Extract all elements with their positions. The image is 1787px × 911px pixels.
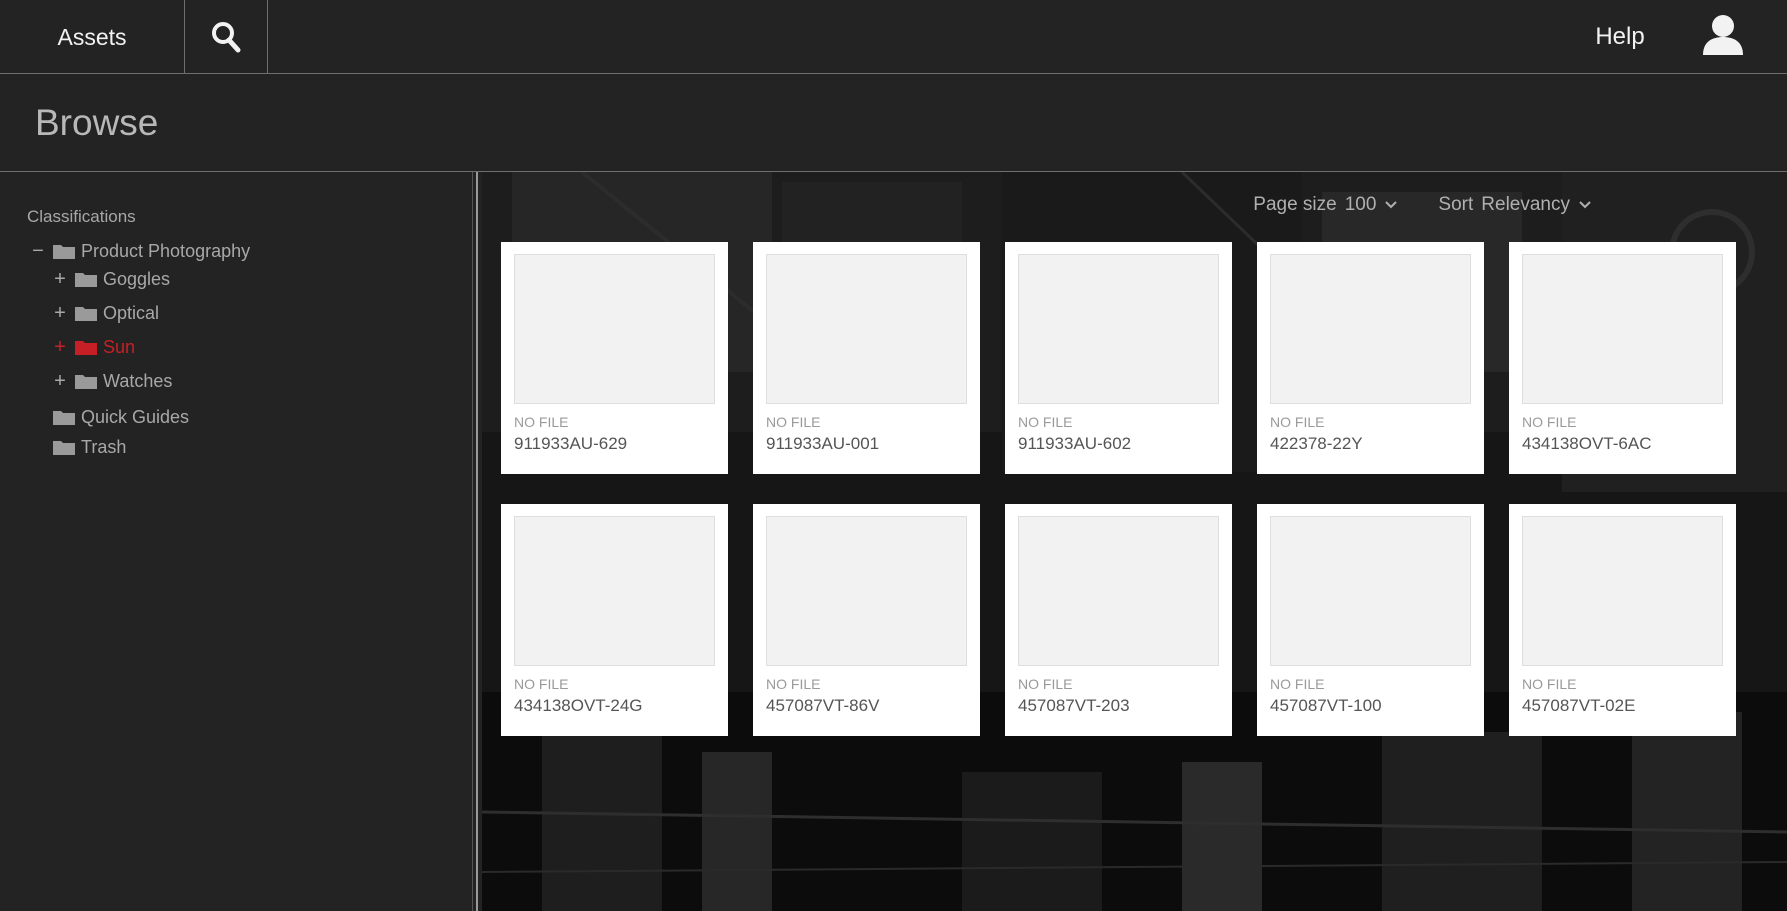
chevron-down-icon: [1385, 201, 1398, 209]
tree-item[interactable]: + Watches: [52, 368, 172, 394]
asset-card[interactable]: NO FILE 911933AU-001: [753, 242, 980, 474]
tree-item-label: Quick Guides: [81, 406, 190, 427]
tree-item-label: Watches: [103, 370, 173, 391]
asset-file-status: NO FILE: [766, 676, 821, 692]
tree-item[interactable]: + Goggles: [52, 266, 170, 292]
asset-code: 911933AU-001: [766, 434, 880, 453]
asset-file-status: NO FILE: [514, 676, 569, 692]
asset-file-status: NO FILE: [1018, 676, 1073, 692]
tree-item[interactable]: − Product Photography: [30, 238, 250, 264]
folder-icon: [75, 273, 97, 287]
asset-grid: NO FILE 911933AU-629 NO FILE 911933AU-001 NO…: [501, 242, 1736, 736]
sort-label: Sort: [1438, 194, 1474, 215]
search-icon: [212, 22, 241, 53]
asset-code: 911933AU-602: [1018, 434, 1132, 453]
asset-card[interactable]: NO FILE 911933AU-629: [501, 242, 728, 474]
folder-icon: [75, 375, 97, 389]
asset-code: 457087VT-100: [1270, 696, 1382, 715]
sort-value: Relevancy: [1481, 194, 1570, 215]
asset-code: 457087VT-02E: [1522, 696, 1636, 715]
expand-icon[interactable]: +: [52, 370, 68, 393]
asset-file-status: NO FILE: [1522, 676, 1577, 692]
user-menu-button[interactable]: [1700, 12, 1746, 58]
tree-item[interactable]: + Optical: [52, 300, 159, 326]
tree-item[interactable]: Quick Guides: [30, 404, 189, 430]
asset-card[interactable]: NO FILE 434138OVT-6AC: [1509, 242, 1736, 474]
page-size-label: Page size: [1253, 194, 1337, 215]
nav-assets-link[interactable]: Assets: [0, 0, 185, 74]
asset-card[interactable]: NO FILE 911933AU-602: [1005, 242, 1232, 474]
tree-item-label: Product Photography: [81, 240, 251, 261]
nav-search-button[interactable]: [185, 0, 268, 74]
expand-icon[interactable]: +: [52, 268, 68, 291]
page-header: Browse: [0, 74, 1787, 172]
tree-item-label: Goggles: [103, 268, 171, 289]
asset-card[interactable]: NO FILE 422378-22Y: [1257, 242, 1484, 474]
asset-code: 434138OVT-24G: [514, 696, 643, 715]
tree-item[interactable]: Trash: [30, 434, 126, 460]
asset-file-status: NO FILE: [1018, 414, 1073, 430]
chevron-down-icon: [1579, 201, 1591, 209]
asset-thumbnail-placeholder: [1270, 516, 1471, 666]
asset-thumbnail-placeholder: [766, 516, 967, 666]
asset-card[interactable]: NO FILE 434138OVT-24G: [501, 504, 728, 736]
folder-icon: [75, 307, 97, 321]
asset-card[interactable]: NO FILE 457087VT-100: [1257, 504, 1484, 736]
asset-file-status: NO FILE: [514, 414, 569, 430]
asset-code: 911933AU-629: [514, 434, 628, 453]
page-size-dropdown[interactable]: Page size 100: [1253, 194, 1398, 216]
asset-thumbnail-placeholder: [1270, 254, 1471, 404]
asset-card[interactable]: NO FILE 457087VT-203: [1005, 504, 1232, 736]
asset-thumbnail-placeholder: [1018, 254, 1219, 404]
results-toolbar: Page size 100 Sort Relevancy: [1253, 194, 1592, 216]
sort-dropdown[interactable]: Sort Relevancy: [1438, 194, 1592, 216]
results-panel: Page size 100 Sort Relevancy NO FILE 9119…: [482, 172, 1787, 911]
asset-file-status: NO FILE: [766, 414, 821, 430]
folder-icon: [53, 441, 75, 455]
asset-thumbnail-placeholder: [1522, 254, 1723, 404]
tree-item-label: Sun: [103, 336, 136, 357]
asset-file-status: NO FILE: [1270, 414, 1325, 430]
classifications-heading: Classifications: [27, 207, 136, 226]
asset-thumbnail-placeholder: [1522, 516, 1723, 666]
folder-icon: [75, 341, 97, 355]
asset-thumbnail-placeholder: [766, 254, 967, 404]
page-title: Browse: [35, 102, 159, 143]
asset-card[interactable]: NO FILE 457087VT-02E: [1509, 504, 1736, 736]
asset-file-status: NO FILE: [1270, 676, 1325, 692]
collapse-icon[interactable]: −: [30, 240, 46, 263]
tree-item-label: Trash: [81, 436, 127, 457]
page-size-value: 100: [1344, 194, 1377, 215]
asset-code: 457087VT-203: [1018, 696, 1130, 715]
expand-icon[interactable]: +: [52, 336, 68, 359]
folder-icon: [53, 245, 75, 259]
tree-item[interactable]: + Sun: [52, 334, 135, 360]
help-link[interactable]: Help: [1580, 0, 1660, 74]
user-icon: [1703, 15, 1743, 55]
expand-icon[interactable]: +: [52, 302, 68, 325]
classification-sidebar: Classifications − Product Photography + Gog…: [0, 172, 478, 911]
asset-code: 457087VT-86V: [766, 696, 880, 715]
asset-code: 434138OVT-6AC: [1522, 434, 1652, 453]
folder-icon: [53, 411, 75, 425]
asset-thumbnail-placeholder: [514, 516, 715, 666]
asset-thumbnail-placeholder: [514, 254, 715, 404]
tree-item-label: Optical: [103, 302, 160, 323]
asset-card[interactable]: NO FILE 457087VT-86V: [753, 504, 980, 736]
asset-file-status: NO FILE: [1522, 414, 1577, 430]
asset-code: 422378-22Y: [1270, 434, 1363, 453]
top-nav-bar: Assets Help: [0, 0, 1787, 74]
asset-thumbnail-placeholder: [1018, 516, 1219, 666]
